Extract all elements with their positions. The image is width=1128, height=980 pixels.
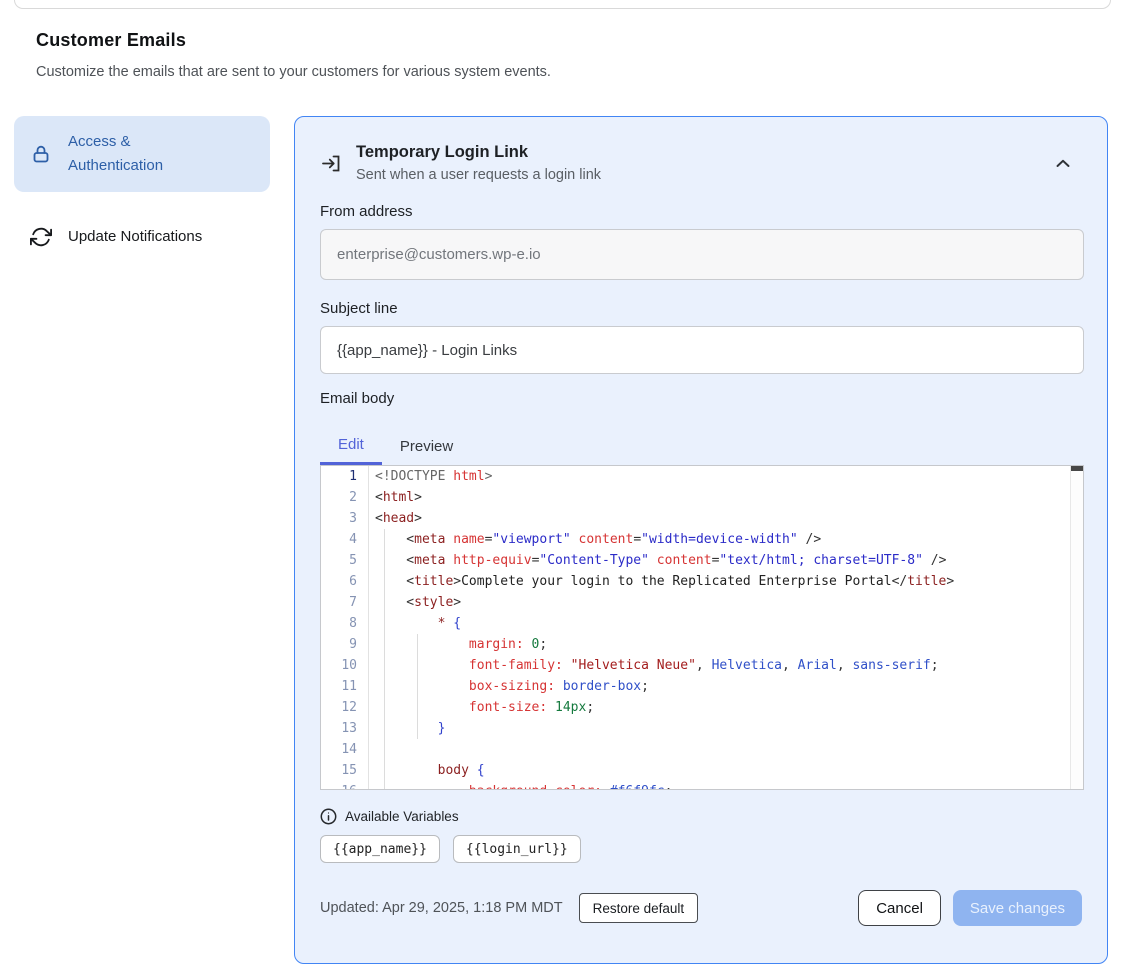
sidebar-item-label: Update Notifications [68,225,202,249]
code-line: 6 <title>Complete your login to the Repl… [321,571,1083,592]
line-number: 6 [321,571,369,592]
temporary-login-link-panel: Temporary Login Link Sent when a user re… [294,116,1108,964]
line-number: 1 [321,466,369,487]
page-header: Customer Emails Customize the emails tha… [36,30,1128,80]
lock-icon [30,143,52,165]
available-variables-label: Available Variables [345,809,459,824]
line-number: 14 [321,739,369,760]
line-number: 13 [321,718,369,739]
code-text[interactable]: <meta name="viewport" content="width=dev… [369,529,1083,550]
code-line: 7 <style> [321,592,1083,613]
indent-guide [417,634,418,739]
line-number: 9 [321,634,369,655]
code-text[interactable]: font-size: 14px; [369,697,1083,718]
page-title: Customer Emails [36,30,1128,51]
panel-header: Temporary Login Link Sent when a user re… [320,143,1082,183]
panel-footer: Updated: Apr 29, 2025, 1:18 PM MDT Resto… [320,890,1082,926]
code-line: 9 margin: 0; [321,634,1083,655]
page-subtitle: Customize the emails that are sent to yo… [36,64,1128,80]
code-text[interactable]: background-color: #f6f9fc; [369,781,1083,790]
from-address-input[interactable] [320,229,1084,280]
sidebar-item-access-authentication[interactable]: Access & Authentication [14,116,270,192]
code-line: 8 * { [321,613,1083,634]
code-text[interactable]: body { [369,760,1083,781]
line-number: 3 [321,508,369,529]
code-text[interactable]: <meta http-equiv="Content-Type" content=… [369,550,1083,571]
code-line: 15 body { [321,760,1083,781]
code-line: 10 font-family: "Helvetica Neue", Helvet… [321,655,1083,676]
indent-guide [384,529,385,789]
line-number: 11 [321,676,369,697]
cancel-button[interactable]: Cancel [858,890,941,926]
available-variables-row: Available Variables [320,808,1082,825]
panel-header-text: Temporary Login Link Sent when a user re… [356,143,601,183]
code-line: 2<html> [321,487,1083,508]
line-number: 8 [321,613,369,634]
code-line: 3<head> [321,508,1083,529]
code-text[interactable]: <!DOCTYPE html> [369,466,1083,487]
email-body-tabs: Edit Preview [320,427,1082,465]
from-address-label: From address [320,203,1082,220]
code-text[interactable]: <html> [369,487,1083,508]
login-icon [320,152,342,174]
editor-scrollbar-thumb[interactable] [1071,466,1084,471]
code-line: 1<!DOCTYPE html> [321,466,1083,487]
code-text[interactable]: <head> [369,508,1083,529]
email-body-label: Email body [320,390,1082,407]
panel-subtitle: Sent when a user requests a login link [356,167,601,183]
line-number: 2 [321,487,369,508]
tab-preview[interactable]: Preview [382,427,471,465]
variable-chip[interactable]: {{login_url}} [453,835,581,863]
subject-line-input[interactable] [320,326,1084,374]
code-text[interactable] [369,739,1083,760]
code-line: 13 } [321,718,1083,739]
updated-timestamp: Updated: Apr 29, 2025, 1:18 PM MDT [320,900,563,916]
collapse-section-button[interactable] [1052,153,1074,175]
sidebar-item-update-notifications[interactable]: Update Notifications [14,211,270,263]
restore-default-button[interactable]: Restore default [579,893,699,923]
line-number: 5 [321,550,369,571]
code-line: 14 [321,739,1083,760]
info-icon [320,808,337,825]
code-text[interactable]: <style> [369,592,1083,613]
line-number: 12 [321,697,369,718]
refresh-icon [30,226,52,248]
code-text[interactable]: <title>Complete your login to the Replic… [369,571,1083,592]
panel-title: Temporary Login Link [356,143,601,162]
code-line: 12 font-size: 14px; [321,697,1083,718]
code-text[interactable]: margin: 0; [369,634,1083,655]
code-line: 11 box-sizing: border-box; [321,676,1083,697]
save-changes-button[interactable]: Save changes [953,890,1082,926]
code-line: 4 <meta name="viewport" content="width=d… [321,529,1083,550]
code-text[interactable]: * { [369,613,1083,634]
line-number: 10 [321,655,369,676]
line-number: 15 [321,760,369,781]
code-line: 5 <meta http-equiv="Content-Type" conten… [321,550,1083,571]
line-number: 7 [321,592,369,613]
code-text[interactable]: font-family: "Helvetica Neue", Helvetica… [369,655,1083,676]
line-number: 16 [321,781,369,790]
chevron-up-icon [1056,155,1070,173]
code-text[interactable]: } [369,718,1083,739]
code-line: 16 background-color: #f6f9fc; [321,781,1083,790]
code-text[interactable]: box-sizing: border-box; [369,676,1083,697]
editor-scrollbar-track[interactable] [1070,466,1083,789]
email-body-code-editor[interactable]: 1<!DOCTYPE html>2<html>3<head>4 <meta na… [320,465,1084,790]
sidebar-item-label: Access & Authentication [68,130,220,178]
line-number: 4 [321,529,369,550]
subject-line-label: Subject line [320,300,1082,317]
tab-edit[interactable]: Edit [320,427,382,465]
variable-chip[interactable]: {{app_name}} [320,835,440,863]
email-types-sidebar: Access & Authentication Update Notificat… [14,116,270,964]
previous-card-bottom-edge [14,0,1111,9]
